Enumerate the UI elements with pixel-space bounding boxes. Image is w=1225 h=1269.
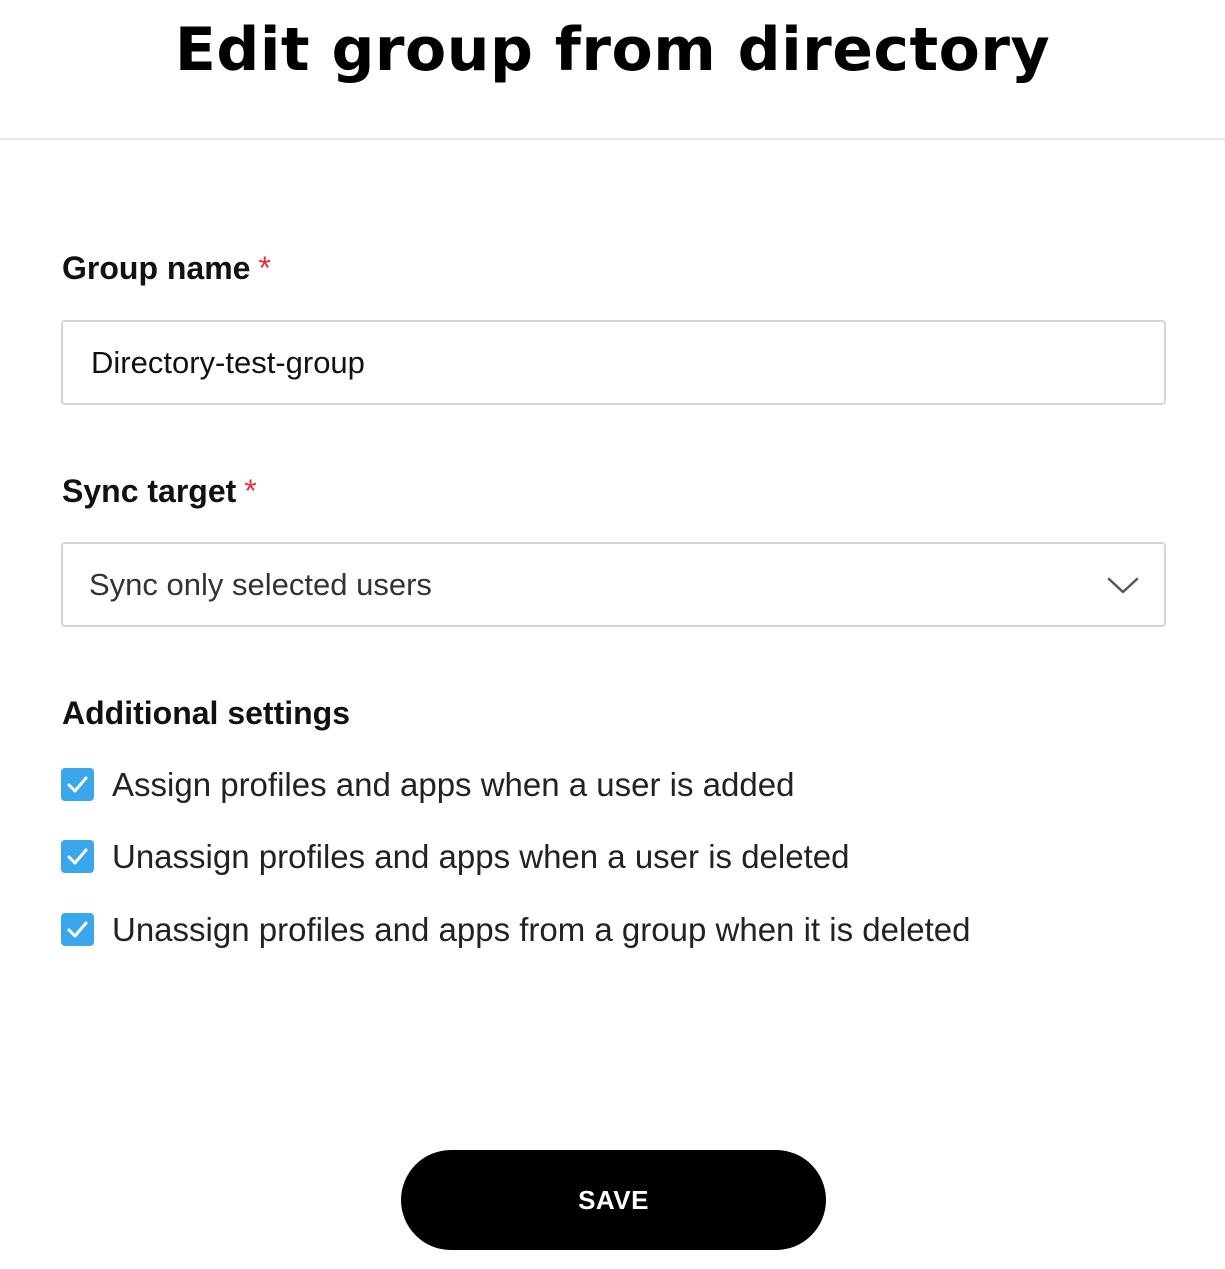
required-asterisk: * (244, 473, 257, 509)
sync-target-label: Sync target * (62, 471, 257, 511)
sync-target-label-text: Sync target (62, 473, 237, 509)
chevron-down-icon (1107, 577, 1139, 594)
dialog-header: Edit group from directory (0, 0, 1225, 140)
group-name-label-text: Group name (62, 250, 251, 286)
checkbox-label: Assign profiles and apps when a user is … (112, 766, 795, 803)
checkbox-checked[interactable] (61, 913, 94, 946)
additional-settings-heading: Additional settings (62, 695, 350, 731)
check-icon (67, 848, 88, 865)
checkbox-label: Unassign profiles and apps when a user i… (112, 838, 850, 875)
sync-target-selected-value: Sync only selected users (89, 567, 432, 602)
checkbox-checked[interactable] (61, 768, 94, 801)
group-name-label: Group name * (62, 248, 271, 288)
check-icon (67, 776, 88, 793)
sync-target-select[interactable]: Sync only selected users (61, 542, 1166, 627)
save-button[interactable]: SAVE (401, 1150, 826, 1250)
page-title: Edit group from directory (174, 15, 1051, 85)
check-icon (67, 921, 88, 938)
group-name-input[interactable] (61, 320, 1166, 405)
required-asterisk: * (258, 250, 271, 286)
checkbox-label: Unassign profiles and apps from a group … (112, 911, 971, 948)
checkbox-checked[interactable] (61, 840, 94, 873)
